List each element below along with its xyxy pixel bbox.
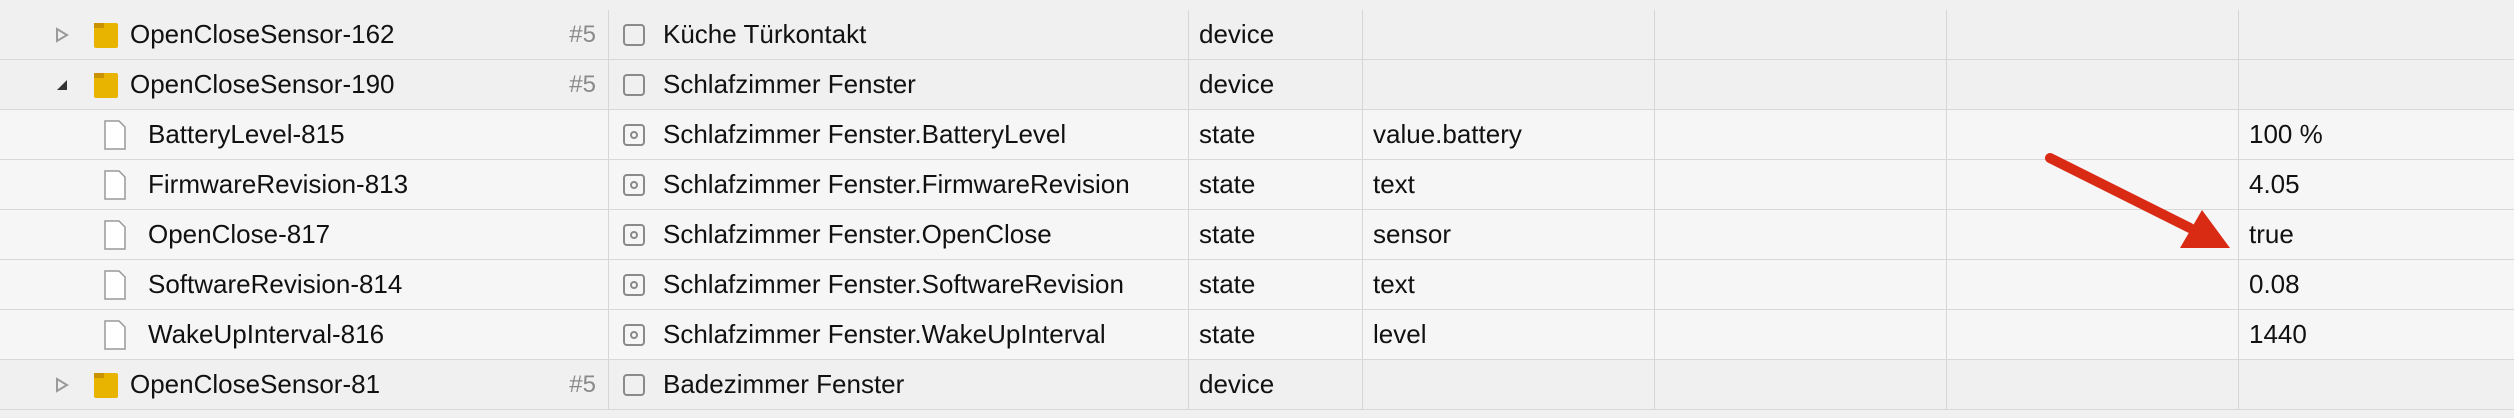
table-row[interactable]: OpenCloseSensor-162 #5 Küche Türkontakt … xyxy=(0,10,2514,60)
state-icon xyxy=(623,173,645,196)
type-cell: state xyxy=(1188,260,1362,309)
empty-cell xyxy=(1654,310,1946,359)
object-title: Schlafzimmer Fenster.WakeUpInterval xyxy=(663,319,1106,349)
state-icon xyxy=(623,323,645,346)
object-name: SoftwareRevision-814 xyxy=(148,269,403,299)
title-cell: Schlafzimmer Fenster.SoftwareRevision xyxy=(608,260,1188,309)
empty-cell xyxy=(1654,160,1946,209)
state-icon xyxy=(623,223,645,246)
type-cell: state xyxy=(1188,310,1362,359)
table-row[interactable]: SoftwareRevision-814 Schlafzimmer Fenste… xyxy=(0,260,2514,310)
type-cell: device xyxy=(1188,10,1362,59)
role-cell xyxy=(1362,60,1654,109)
value-cell[interactable]: 0.08 xyxy=(2238,260,2514,309)
title-cell: Küche Türkontakt xyxy=(608,10,1188,59)
annotation-arrow-icon xyxy=(2045,153,2230,248)
type-cell: device xyxy=(1188,60,1362,109)
file-icon xyxy=(104,120,126,150)
value-cell[interactable]: 100 % xyxy=(2238,110,2514,159)
empty-cell xyxy=(1654,60,1946,109)
value-cell xyxy=(2238,360,2514,409)
name-cell: FirmwareRevision-813 xyxy=(12,160,608,209)
folder-icon xyxy=(94,73,118,98)
empty-cell xyxy=(1946,10,2238,59)
file-icon xyxy=(104,270,126,300)
object-title: Schlafzimmer Fenster.BatteryLevel xyxy=(663,119,1067,149)
collapse-arrow-icon[interactable] xyxy=(52,75,72,95)
role-cell: sensor xyxy=(1362,210,1654,259)
role-cell xyxy=(1362,360,1654,409)
object-name: OpenCloseSensor-81 xyxy=(130,369,381,399)
folder-icon xyxy=(94,373,118,398)
title-cell: Schlafzimmer Fenster.OpenClose xyxy=(608,210,1188,259)
type-cell: state xyxy=(1188,210,1362,259)
object-name: FirmwareRevision-813 xyxy=(148,169,409,199)
value-cell xyxy=(2238,60,2514,109)
object-name: BatteryLevel-815 xyxy=(148,119,345,149)
value-cell[interactable]: true xyxy=(2238,210,2514,259)
table-row[interactable]: OpenCloseSensor-190 #5 Schlafzimmer Fens… xyxy=(0,60,2514,110)
empty-cell xyxy=(1946,310,2238,359)
title-cell: Schlafzimmer Fenster.WakeUpInterval xyxy=(608,310,1188,359)
empty-cell xyxy=(1654,110,1946,159)
object-tree-table: OpenCloseSensor-162 #5 Küche Türkontakt … xyxy=(0,0,2514,418)
role-cell xyxy=(1362,10,1654,59)
state-icon xyxy=(623,123,645,146)
empty-cell xyxy=(1654,260,1946,309)
object-name: OpenClose-817 xyxy=(148,219,331,249)
object-title: Schlafzimmer Fenster xyxy=(663,69,916,99)
empty-cell xyxy=(1946,260,2238,309)
title-cell: Schlafzimmer Fenster xyxy=(608,60,1188,109)
device-number: #5 xyxy=(569,70,596,98)
name-cell: OpenCloseSensor-162 #5 xyxy=(12,10,608,59)
name-cell: OpenCloseSensor-81 #5 xyxy=(12,360,608,409)
device-icon xyxy=(623,73,645,96)
type-cell: device xyxy=(1188,360,1362,409)
role-cell: value.battery xyxy=(1362,110,1654,159)
object-name: OpenCloseSensor-190 xyxy=(130,69,395,99)
expand-arrow-icon[interactable] xyxy=(52,375,72,395)
table-row[interactable]: WakeUpInterval-816 Schlafzimmer Fenster.… xyxy=(0,310,2514,360)
name-cell: WakeUpInterval-816 xyxy=(12,310,608,359)
device-number: #5 xyxy=(569,370,596,398)
file-icon xyxy=(104,170,126,200)
value-cell[interactable]: 4.05 xyxy=(2238,160,2514,209)
role-cell: text xyxy=(1362,260,1654,309)
empty-cell xyxy=(1654,210,1946,259)
object-title: Badezimmer Fenster xyxy=(663,369,905,399)
title-cell: Schlafzimmer Fenster.BatteryLevel xyxy=(608,110,1188,159)
name-cell: OpenClose-817 xyxy=(12,210,608,259)
state-icon xyxy=(623,273,645,296)
name-cell: OpenCloseSensor-190 #5 xyxy=(12,60,608,109)
object-title: Schlafzimmer Fenster.SoftwareRevision xyxy=(663,269,1124,299)
empty-cell xyxy=(1946,60,2238,109)
object-name: OpenCloseSensor-162 xyxy=(130,19,395,49)
empty-cell xyxy=(1654,360,1946,409)
title-cell: Schlafzimmer Fenster.FirmwareRevision xyxy=(608,160,1188,209)
name-cell: BatteryLevel-815 xyxy=(12,110,608,159)
file-icon xyxy=(104,320,126,350)
empty-cell xyxy=(1654,10,1946,59)
type-cell: state xyxy=(1188,110,1362,159)
table-row[interactable]: OpenCloseSensor-81 #5 Badezimmer Fenster… xyxy=(0,360,2514,410)
title-cell: Badezimmer Fenster xyxy=(608,360,1188,409)
object-title: Schlafzimmer Fenster.FirmwareRevision xyxy=(663,169,1130,199)
device-icon xyxy=(623,23,645,46)
empty-cell xyxy=(1946,360,2238,409)
value-cell xyxy=(2238,10,2514,59)
folder-icon xyxy=(94,23,118,48)
expand-arrow-icon[interactable] xyxy=(52,25,72,45)
object-title: Küche Türkontakt xyxy=(663,19,867,49)
value-cell[interactable]: 1440 xyxy=(2238,310,2514,359)
device-number: #5 xyxy=(569,20,596,48)
type-cell: state xyxy=(1188,160,1362,209)
object-name: WakeUpInterval-816 xyxy=(148,319,385,349)
name-cell: SoftwareRevision-814 xyxy=(12,260,608,309)
device-icon xyxy=(623,373,645,396)
role-cell: level xyxy=(1362,310,1654,359)
role-cell: text xyxy=(1362,160,1654,209)
object-title: Schlafzimmer Fenster.OpenClose xyxy=(663,219,1052,249)
file-icon xyxy=(104,220,126,250)
